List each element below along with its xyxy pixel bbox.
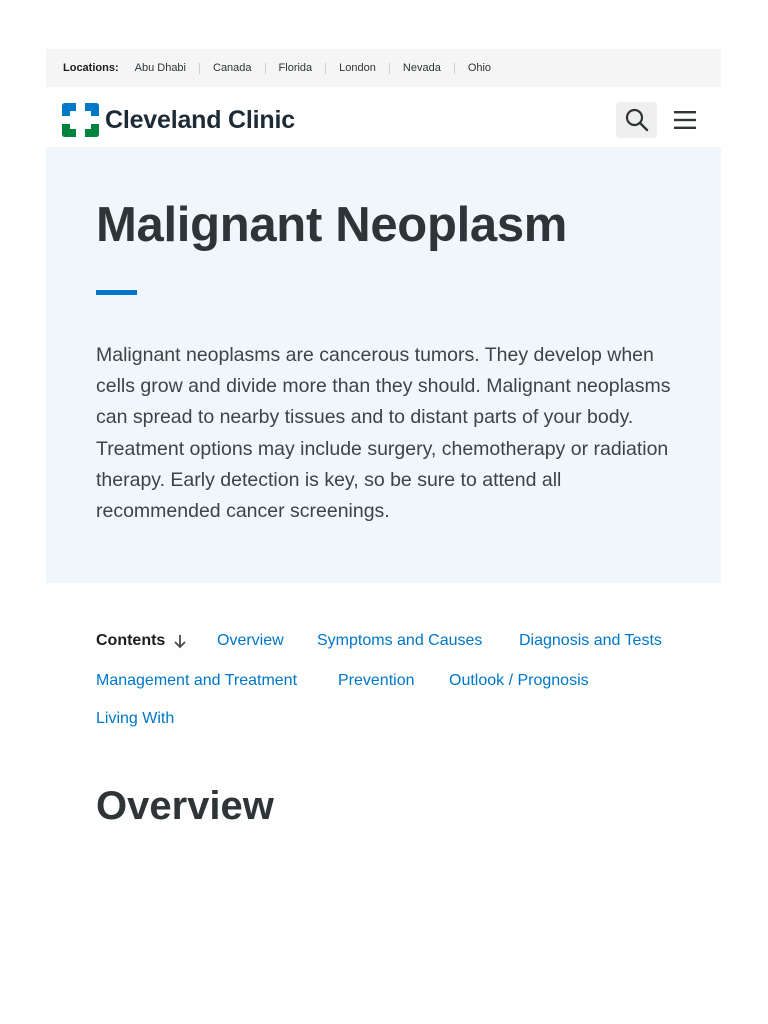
logo-text: Cleveland Clinic (105, 105, 295, 134)
toc-link-overview[interactable]: Overview (217, 632, 284, 650)
menu-button[interactable] (666, 102, 704, 138)
hamburger-menu-icon (674, 111, 696, 129)
page-title: Malignant Neoplasm (96, 198, 568, 252)
overview-heading: Overview (96, 784, 274, 828)
title-accent-rule (96, 290, 137, 295)
location-divider (199, 62, 200, 74)
site-header: Cleveland Clinic (46, 87, 721, 147)
toc-link-outlook-prognosis[interactable]: Outlook / Prognosis (449, 672, 589, 690)
locations-bar: Locations: Abu Dhabi Canada Florida Lond… (46, 49, 721, 87)
location-divider (388, 62, 390, 74)
location-divider (453, 62, 455, 74)
location-link-london[interactable]: London (339, 62, 376, 74)
hero-section: Malignant Neoplasm Malignant neoplasms a… (46, 147, 721, 583)
page-summary: Malignant neoplasms are cancerous tumors… (96, 344, 671, 523)
page: Locations: Abu Dhabi Canada Florida Lond… (0, 0, 768, 1024)
toc-link-prevention[interactable]: Prevention (338, 672, 415, 690)
toc-link-symptoms-and-causes[interactable]: Symptoms and Causes (317, 632, 482, 650)
toc-link-diagnosis-and-tests[interactable]: Diagnosis and Tests (519, 632, 662, 650)
search-button[interactable] (616, 102, 657, 138)
location-link-ohio[interactable]: Ohio (468, 62, 491, 74)
locations-label: Locations: (63, 62, 119, 74)
contents-label: Contents (96, 632, 166, 649)
contents-toggle[interactable]: Contents (96, 632, 187, 650)
location-link-canada[interactable]: Canada (213, 62, 252, 74)
search-icon (625, 108, 648, 132)
location-link-abu-dhabi[interactable]: Abu Dhabi (135, 62, 186, 74)
location-link-florida[interactable]: Florida (279, 62, 313, 74)
location-link-nevada[interactable]: Nevada (403, 62, 441, 74)
arrow-down-icon (174, 635, 186, 649)
toc-link-living-with[interactable]: Living With (96, 710, 174, 728)
cleveland-clinic-logo[interactable]: Cleveland Clinic (62, 103, 295, 137)
location-divider (325, 62, 327, 74)
location-divider (264, 62, 266, 74)
toc-link-management-and-treatment[interactable]: Management and Treatment (96, 672, 297, 690)
cleveland-clinic-cross-icon (62, 103, 99, 137)
